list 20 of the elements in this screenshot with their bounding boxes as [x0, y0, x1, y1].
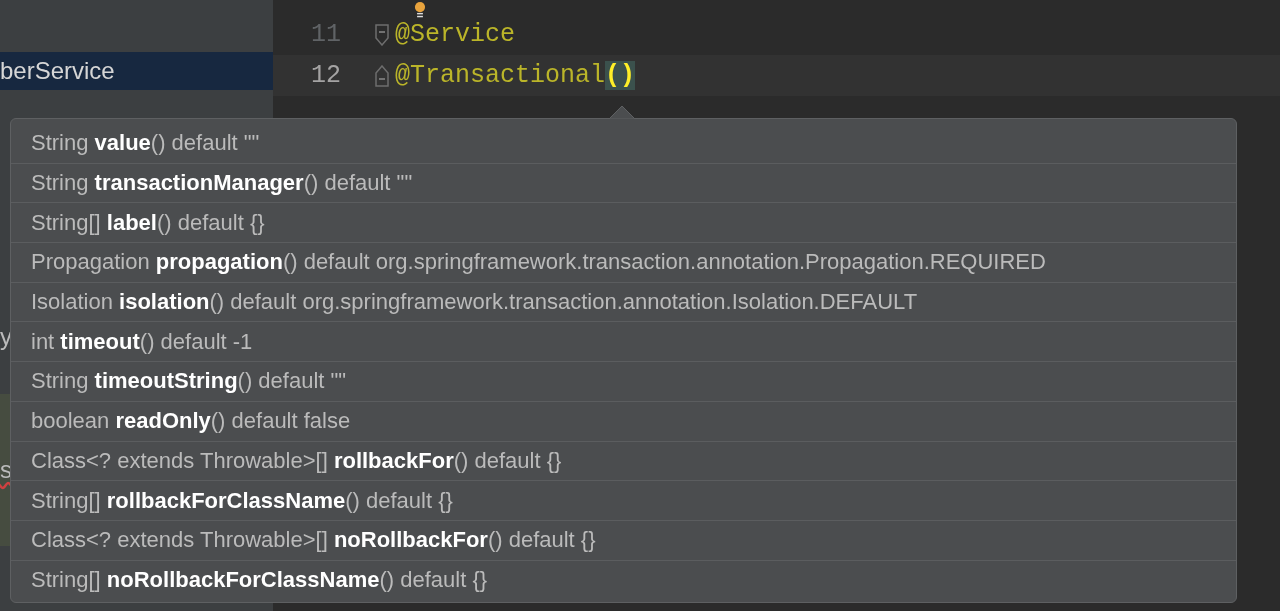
parameter-item[interactable]: Class<? extends Throwable>[] rollbackFor() default {} [11, 441, 1236, 482]
line-number: 11 [310, 20, 341, 49]
parameter-item[interactable]: Class<? extends Throwable>[] noRollbackFor() default {} [11, 520, 1236, 561]
code-line: @Transactional() [395, 61, 636, 90]
parameter-item[interactable]: String[] rollbackForClassName() default {} [11, 481, 1236, 521]
lightbulb-icon[interactable] [414, 2, 426, 18]
parameter-item[interactable]: String[] label() default {} [11, 203, 1236, 244]
fold-icon[interactable] [375, 23, 389, 46]
parameter-item[interactable]: String transactionManager() default "" [11, 163, 1236, 204]
sidebar-item[interactable]: berService [0, 52, 273, 90]
parameter-item[interactable]: String[] noRollbackForClassName() default {} [11, 560, 1236, 601]
parameter-item[interactable]: Isolation isolation() default org.springframework.transaction.annotation.Isolation.DEFAULT [11, 282, 1236, 323]
parameter-item[interactable]: Propagation propagation() default org.springframework.transaction.annotation.Propagation.REQUIRED [11, 243, 1236, 283]
parameter-item[interactable]: boolean readOnly() default false [11, 401, 1236, 442]
parameter-item[interactable]: int timeout() default -1 [11, 322, 1236, 363]
fold-icon[interactable] [375, 64, 389, 87]
parameter-item[interactable]: String value() default "" [11, 124, 1236, 164]
code-line: @Service [395, 20, 516, 49]
line-number: 12 [310, 61, 341, 90]
parameter-item[interactable]: String timeoutString() default "" [11, 362, 1236, 402]
